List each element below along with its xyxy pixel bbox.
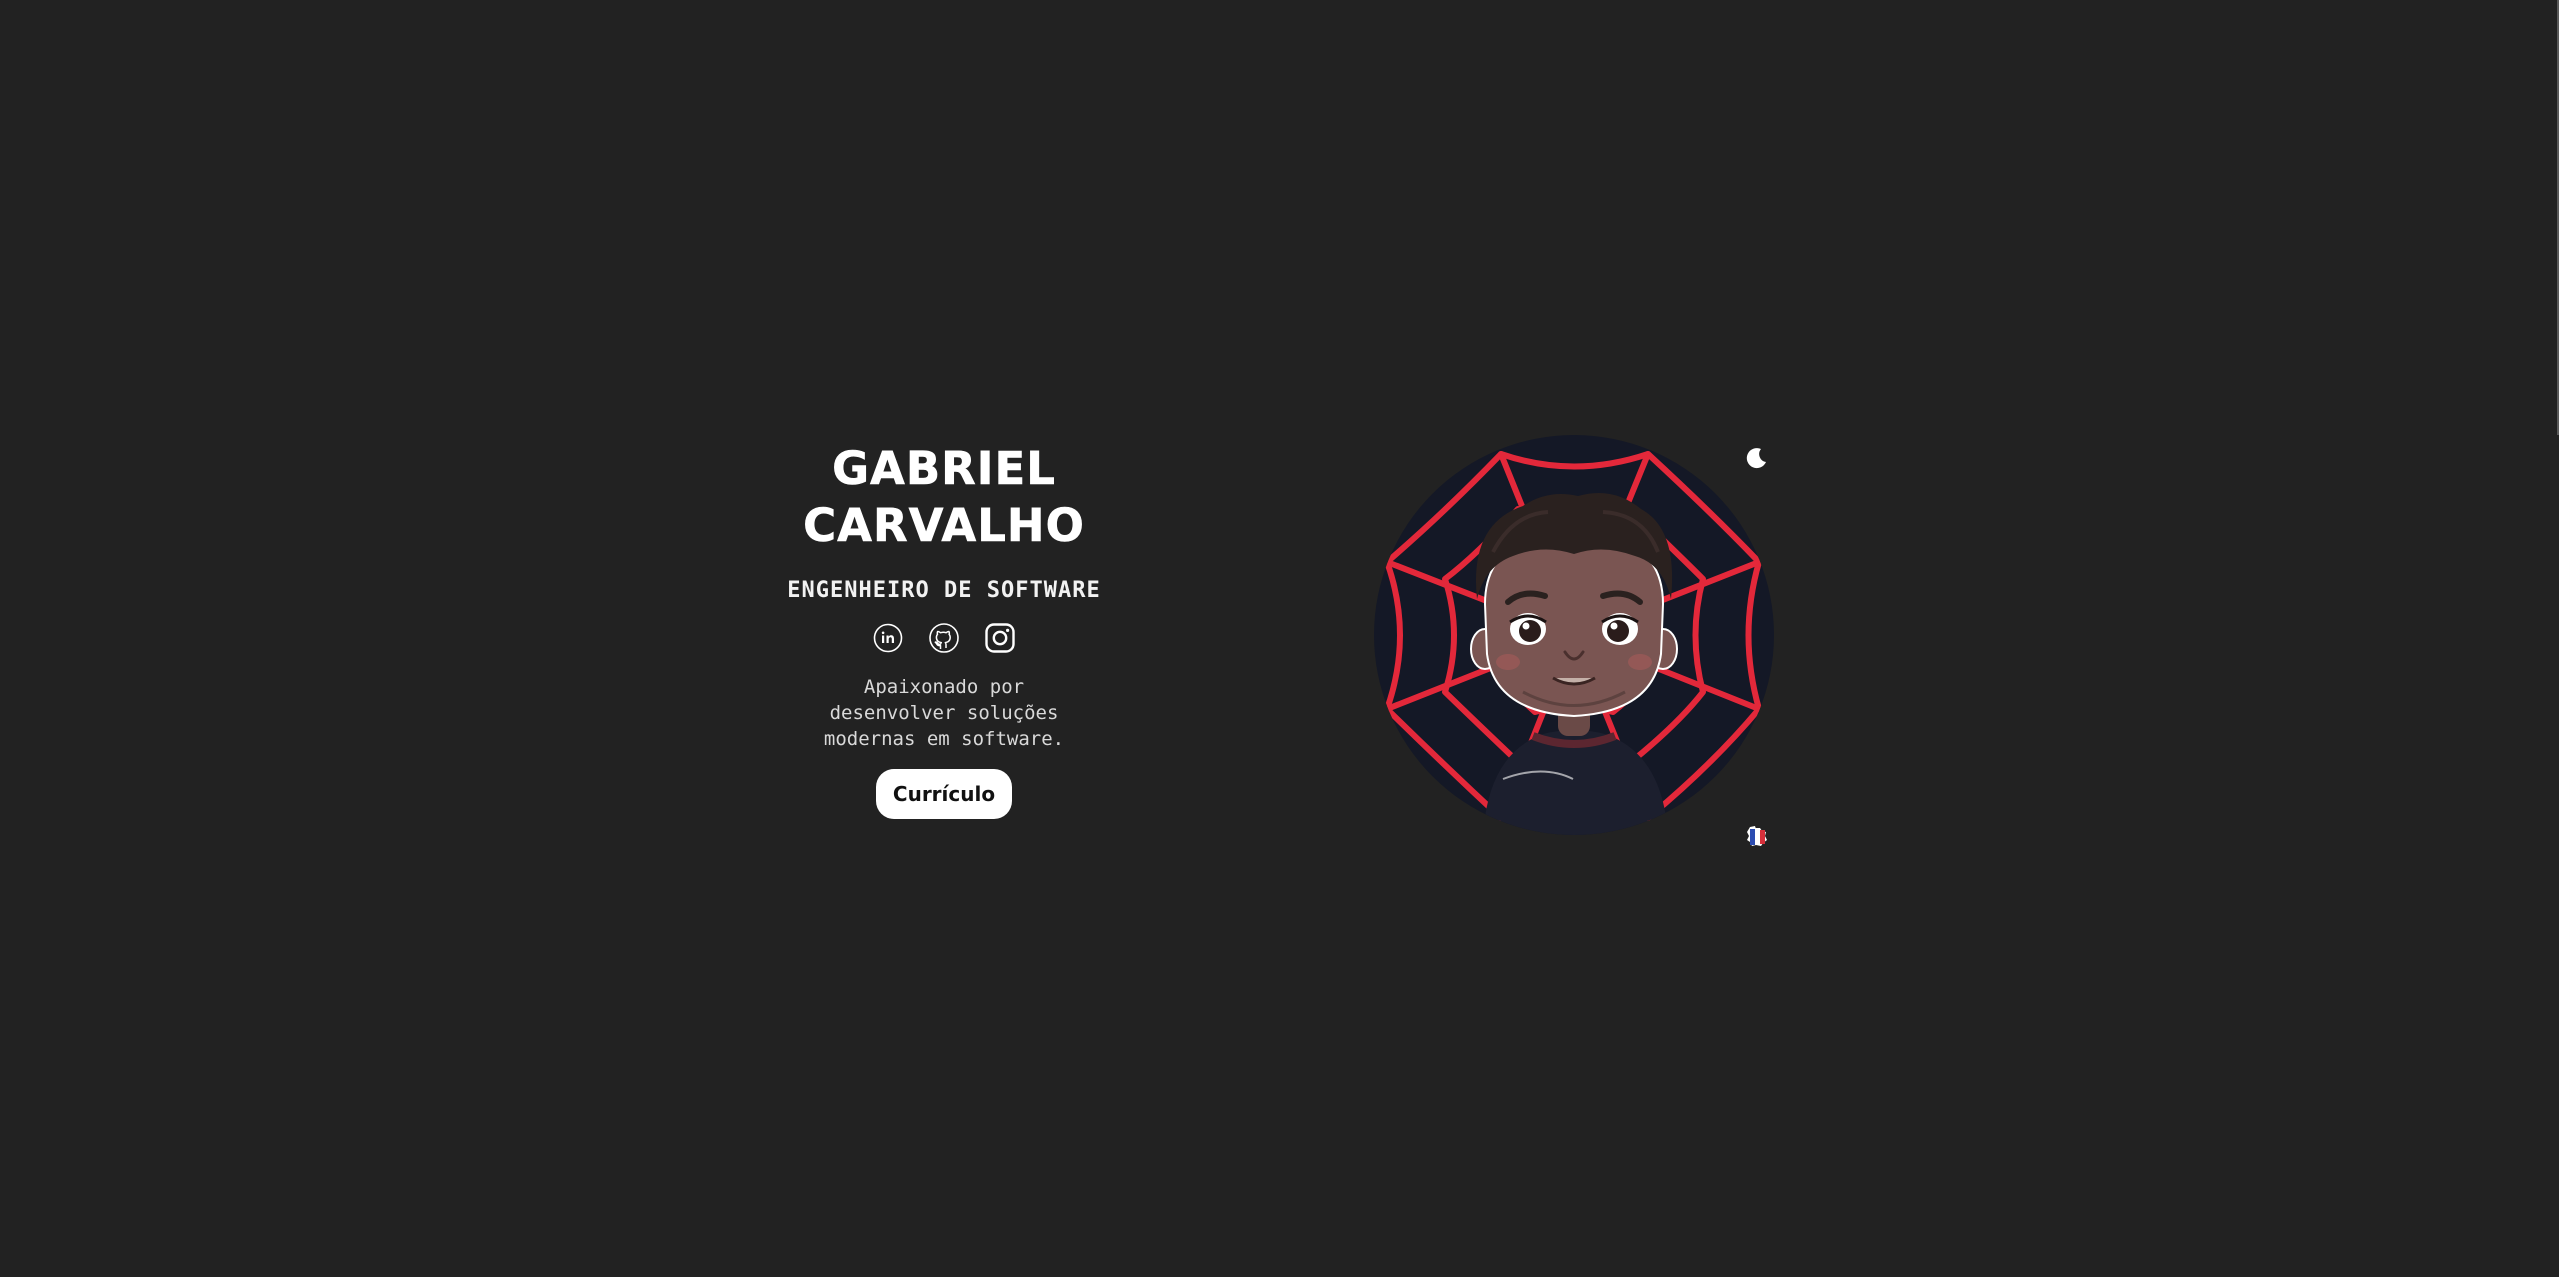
linkedin-icon <box>873 623 903 653</box>
moon-icon <box>1746 448 1766 469</box>
page-title: GABRIEL CARVALHO <box>744 440 1144 554</box>
instagram-link[interactable] <box>984 622 1016 654</box>
resume-button[interactable]: Currículo <box>875 769 1013 819</box>
theme-toggle-button[interactable] <box>1745 446 1769 470</box>
page: GABRIEL CARVALHO ENGENHEIRO DE SOFTWARE <box>0 0 2559 1277</box>
name-last: CARVALHO <box>803 499 1085 553</box>
bio-line: desenvolver soluções <box>829 702 1059 724</box>
bio-line: Apaixonado por <box>863 676 1025 698</box>
intro-section: GABRIEL CARVALHO ENGENHEIRO DE SOFTWARE <box>744 440 1144 819</box>
social-links <box>744 621 1144 655</box>
name-first: GABRIEL <box>832 442 1056 496</box>
avatar-illustration <box>1374 435 1774 835</box>
github-link[interactable] <box>928 622 960 654</box>
github-icon <box>929 623 959 653</box>
language-toggle-button[interactable] <box>1744 823 1770 849</box>
bio-line: modernas em software. <box>823 728 1065 750</box>
bio-text: Apaixonado por desenvolver soluções mode… <box>804 674 1084 752</box>
flag-france-icon <box>1747 826 1767 846</box>
instagram-icon <box>985 623 1015 653</box>
job-title: ENGENHEIRO DE SOFTWARE <box>787 578 1101 603</box>
linkedin-link[interactable] <box>872 622 904 654</box>
avatar <box>1373 434 1775 836</box>
